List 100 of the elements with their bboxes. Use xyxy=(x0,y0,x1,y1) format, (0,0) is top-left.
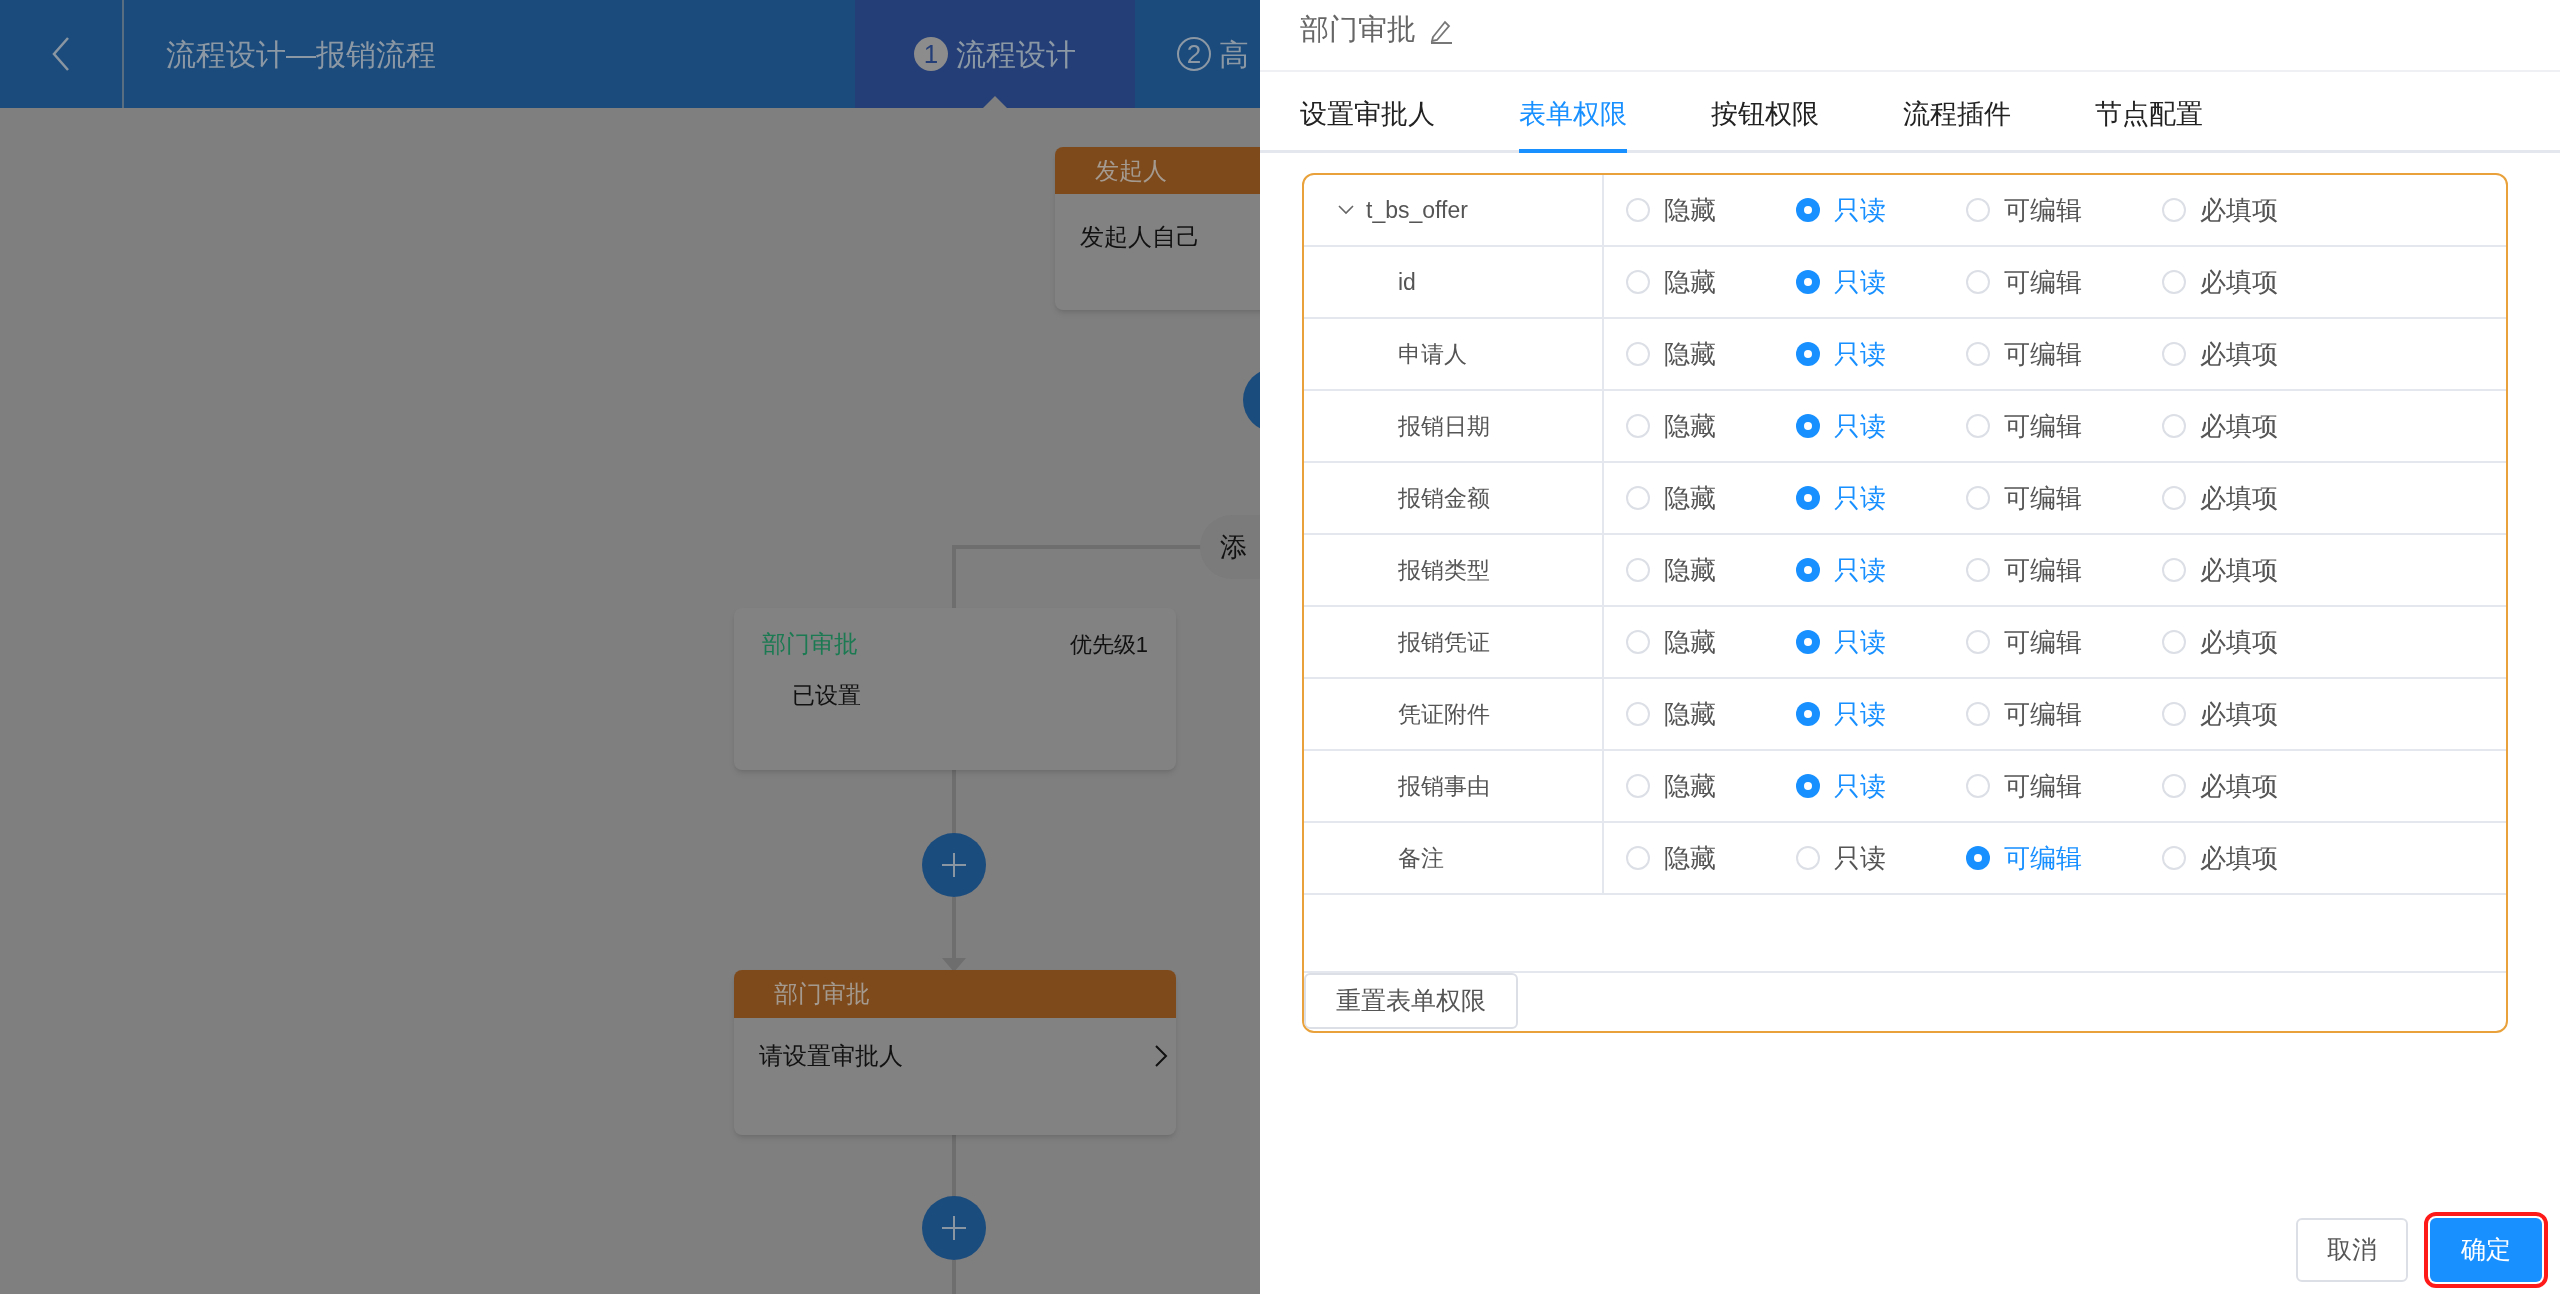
radio-option[interactable]: 必填项 xyxy=(2162,550,2278,590)
radio-option[interactable]: 隐藏 xyxy=(1626,838,1716,878)
tab[interactable]: 设置审批人 xyxy=(1300,72,1435,153)
radio-option[interactable]: 隐藏 xyxy=(1626,766,1716,806)
radio-button[interactable] xyxy=(1796,774,1820,798)
radio-option[interactable]: 可编辑 xyxy=(1966,622,2082,662)
radio-button[interactable] xyxy=(1626,702,1650,726)
radio-button[interactable] xyxy=(1626,414,1650,438)
reset-permissions-button[interactable]: 重置表单权限 xyxy=(1304,973,1518,1029)
radio-option[interactable]: 可编辑 xyxy=(1966,262,2082,302)
radio-button[interactable] xyxy=(1966,486,1990,510)
radio-option[interactable]: 隐藏 xyxy=(1626,406,1716,446)
radio-button[interactable] xyxy=(2162,702,2186,726)
radio-option[interactable]: 必填项 xyxy=(2162,838,2278,878)
radio-option[interactable]: 可编辑 xyxy=(1966,550,2082,590)
radio-option[interactable]: 必填项 xyxy=(2162,406,2278,446)
radio-button[interactable] xyxy=(2162,270,2186,294)
page-title: 流程设计—报销流程 xyxy=(166,36,436,73)
field-name: 报销金额 xyxy=(1398,483,1490,513)
radio-button[interactable] xyxy=(1966,702,1990,726)
tab[interactable]: 按钮权限 xyxy=(1711,72,1819,153)
tab[interactable]: 流程插件 xyxy=(1903,72,2011,153)
radio-button[interactable] xyxy=(1796,846,1820,870)
chevron-down-icon[interactable] xyxy=(1338,205,1354,215)
field-name: 报销凭证 xyxy=(1398,627,1490,657)
radio-button[interactable] xyxy=(1796,558,1820,582)
radio-option[interactable]: 隐藏 xyxy=(1626,334,1716,374)
field-name: 凭证附件 xyxy=(1398,699,1490,729)
back-icon[interactable] xyxy=(51,36,71,72)
field-name: 申请人 xyxy=(1398,339,1467,369)
add-condition-button[interactable]: 添 xyxy=(1200,515,1260,579)
radio-button[interactable] xyxy=(1626,558,1650,582)
radio-button[interactable] xyxy=(1966,414,1990,438)
tab[interactable]: 节点配置 xyxy=(2095,72,2203,153)
radio-option[interactable]: 只读 xyxy=(1796,838,1886,878)
radio-button[interactable] xyxy=(1966,558,1990,582)
radio-button[interactable] xyxy=(2162,630,2186,654)
field-name: 报销日期 xyxy=(1398,411,1490,441)
radio-button[interactable] xyxy=(2162,414,2186,438)
radio-option[interactable]: 可编辑 xyxy=(1966,766,2082,806)
radio-button[interactable] xyxy=(1796,414,1820,438)
radio-button[interactable] xyxy=(1966,846,1990,870)
radio-button[interactable] xyxy=(1626,846,1650,870)
radio-button[interactable] xyxy=(1626,198,1650,222)
node-text: 发起人自己 xyxy=(1080,223,1200,250)
radio-option[interactable]: 可编辑 xyxy=(1966,478,2082,518)
radio-option[interactable]: 隐藏 xyxy=(1626,622,1716,662)
radio-option[interactable]: 必填项 xyxy=(2162,478,2278,518)
radio-option[interactable]: 可编辑 xyxy=(1966,694,2082,734)
radio-button[interactable] xyxy=(1966,270,1990,294)
radio-option[interactable]: 必填项 xyxy=(2162,334,2278,374)
radio-button[interactable] xyxy=(2162,198,2186,222)
cancel-button[interactable]: 取消 xyxy=(2296,1218,2408,1282)
priority-label: 优先级1 xyxy=(1069,630,1148,659)
radio-button[interactable] xyxy=(2162,342,2186,366)
radio-button[interactable] xyxy=(1966,774,1990,798)
radio-button[interactable] xyxy=(1796,198,1820,222)
field-name: 备注 xyxy=(1398,843,1444,873)
radio-button[interactable] xyxy=(2162,486,2186,510)
radio-option[interactable]: 必填项 xyxy=(2162,766,2278,806)
radio-option[interactable]: 隐藏 xyxy=(1626,262,1716,302)
step-number: 1 xyxy=(914,37,948,71)
radio-option[interactable]: 必填项 xyxy=(2162,694,2278,734)
radio-option[interactable]: 可编辑 xyxy=(1966,406,2082,446)
radio-option[interactable]: 隐藏 xyxy=(1626,190,1716,230)
pencil-icon[interactable] xyxy=(1428,18,1454,44)
branch-card[interactable]: 部门审批 优先级1 已设置 xyxy=(734,608,1176,770)
radio-button[interactable] xyxy=(2162,846,2186,870)
radio-button[interactable] xyxy=(1796,630,1820,654)
radio-button[interactable] xyxy=(2162,558,2186,582)
branch-status: 已设置 xyxy=(792,682,861,708)
radio-button[interactable] xyxy=(1626,486,1650,510)
radio-option[interactable]: 必填项 xyxy=(2162,262,2278,302)
approver-node-card[interactable]: 部门审批 请设置审批人 xyxy=(734,970,1176,1135)
node-title: 发起人 xyxy=(1095,155,1167,186)
radio-button[interactable] xyxy=(1626,342,1650,366)
radio-button[interactable] xyxy=(1796,342,1820,366)
radio-option[interactable]: 隐藏 xyxy=(1626,694,1716,734)
field-name: 报销事由 xyxy=(1398,771,1490,801)
node-title: 部门审批 xyxy=(774,979,870,1009)
active-step-pointer xyxy=(983,96,1007,108)
radio-option[interactable]: 隐藏 xyxy=(1626,550,1716,590)
radio-button[interactable] xyxy=(2162,774,2186,798)
radio-button[interactable] xyxy=(1626,630,1650,654)
radio-button[interactable] xyxy=(1626,270,1650,294)
field-name: 报销类型 xyxy=(1398,555,1490,585)
radio-button[interactable] xyxy=(1966,198,1990,222)
radio-button[interactable] xyxy=(1966,630,1990,654)
radio-button[interactable] xyxy=(1796,486,1820,510)
radio-button[interactable] xyxy=(1796,270,1820,294)
radio-option[interactable]: 可编辑 xyxy=(1966,334,2082,374)
radio-button[interactable] xyxy=(1626,774,1650,798)
radio-option[interactable]: 可编辑 xyxy=(1966,190,2082,230)
radio-button[interactable] xyxy=(1966,342,1990,366)
start-node-card[interactable]: 发起人 发起人自己 xyxy=(1055,147,1260,310)
plus-icon xyxy=(942,1216,966,1240)
radio-option[interactable]: 必填项 xyxy=(2162,190,2278,230)
radio-button[interactable] xyxy=(1796,702,1820,726)
radio-option[interactable]: 必填项 xyxy=(2162,622,2278,662)
radio-option[interactable]: 隐藏 xyxy=(1626,478,1716,518)
